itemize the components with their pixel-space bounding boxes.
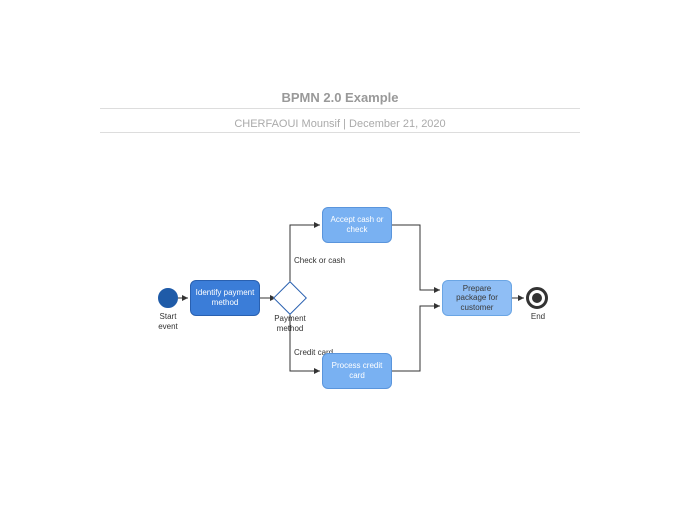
task-accept-cash: Accept cash or check — [322, 207, 392, 243]
task-identify-payment: Identify payment method — [190, 280, 260, 316]
end-event-label: End — [528, 312, 548, 322]
start-event — [158, 288, 178, 308]
task-identify-label: Identify payment method — [195, 288, 255, 307]
task-prepare-label: Prepare package for customer — [447, 284, 507, 313]
edge-credit-prepare — [392, 306, 440, 371]
end-event — [526, 287, 548, 309]
gateway-label: Payment method — [272, 314, 308, 333]
start-event-label: Start event — [150, 312, 186, 331]
task-process-credit: Process credit card — [322, 353, 392, 389]
task-credit-label: Process credit card — [327, 361, 387, 380]
end-event-inner — [532, 293, 542, 303]
task-prepare-package: Prepare package for customer — [442, 280, 512, 316]
task-cash-label: Accept cash or check — [327, 215, 387, 234]
edge-cash-prepare — [392, 225, 440, 290]
edge-label-check-cash: Check or cash — [294, 256, 345, 265]
